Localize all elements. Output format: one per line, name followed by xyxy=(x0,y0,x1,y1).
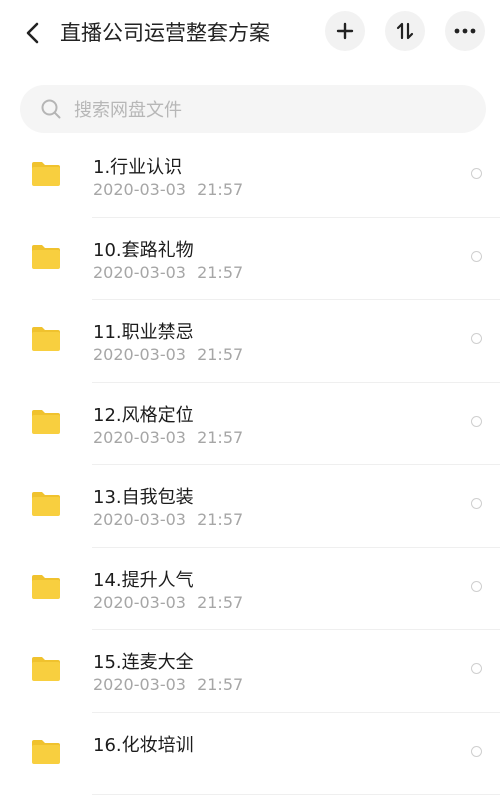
folder-icon xyxy=(31,409,61,435)
search-input[interactable]: 搜索网盘文件 xyxy=(20,85,486,133)
file-name: 11.职业禁忌 xyxy=(93,318,194,344)
file-name: 12.风格定位 xyxy=(93,401,194,427)
select-radio[interactable] xyxy=(471,168,482,179)
file-date: 2020-03-03 21:57 xyxy=(93,593,243,612)
list-item[interactable]: 16.化妆培训 xyxy=(0,713,500,795)
search-icon xyxy=(40,98,62,120)
select-radio[interactable] xyxy=(471,333,482,344)
file-date: 2020-03-03 21:57 xyxy=(93,180,243,199)
folder-icon xyxy=(31,161,61,187)
folder-icon xyxy=(31,574,61,600)
file-date: 2020-03-03 21:57 xyxy=(93,428,243,447)
select-radio[interactable] xyxy=(471,581,482,592)
folder-icon xyxy=(31,656,61,682)
plus-icon xyxy=(336,22,354,40)
select-radio[interactable] xyxy=(471,746,482,757)
more-button[interactable] xyxy=(445,11,485,51)
more-dots-icon xyxy=(454,28,476,34)
sort-button[interactable] xyxy=(385,11,425,51)
folder-icon xyxy=(31,739,61,765)
folder-icon xyxy=(31,491,61,517)
file-name: 13.自我包装 xyxy=(93,483,194,509)
file-date: 2020-03-03 21:57 xyxy=(93,675,243,694)
select-radio[interactable] xyxy=(471,251,482,262)
list-item[interactable]: 13.自我包装 2020-03-03 21:57 xyxy=(0,465,500,548)
chevron-left-icon xyxy=(25,22,41,44)
page-title: 直播公司运营整套方案 xyxy=(60,16,270,50)
select-radio[interactable] xyxy=(471,498,482,509)
list-item[interactable]: 15.连麦大全 2020-03-03 21:57 xyxy=(0,630,500,713)
sort-arrows-icon xyxy=(395,21,415,41)
folder-icon xyxy=(31,326,61,352)
file-name: 15.连麦大全 xyxy=(93,648,194,674)
file-name: 16.化妆培训 xyxy=(93,731,194,757)
back-button[interactable] xyxy=(18,18,48,48)
search-placeholder: 搜索网盘文件 xyxy=(74,96,182,122)
file-date: 2020-03-03 21:57 xyxy=(93,345,243,364)
list-item[interactable]: 11.职业禁忌 2020-03-03 21:57 xyxy=(0,300,500,383)
file-date: 2020-03-03 21:57 xyxy=(93,263,243,282)
list-item[interactable]: 12.风格定位 2020-03-03 21:57 xyxy=(0,383,500,466)
folder-icon xyxy=(31,244,61,270)
file-name: 1.行业认识 xyxy=(93,153,182,179)
top-bar: 直播公司运营整套方案 xyxy=(0,0,500,68)
file-date: 2020-03-03 21:57 xyxy=(93,510,243,529)
list-item[interactable]: 1.行业认识 2020-03-03 21:57 xyxy=(0,135,500,218)
add-button[interactable] xyxy=(325,11,365,51)
file-list: 1.行业认识 2020-03-03 21:57 10.套路礼物 2020-03-… xyxy=(0,135,500,795)
select-radio[interactable] xyxy=(471,663,482,674)
list-item[interactable]: 10.套路礼物 2020-03-03 21:57 xyxy=(0,218,500,301)
file-name: 10.套路礼物 xyxy=(93,236,194,262)
select-radio[interactable] xyxy=(471,416,482,427)
file-name: 14.提升人气 xyxy=(93,566,194,592)
list-item[interactable]: 14.提升人气 2020-03-03 21:57 xyxy=(0,548,500,631)
